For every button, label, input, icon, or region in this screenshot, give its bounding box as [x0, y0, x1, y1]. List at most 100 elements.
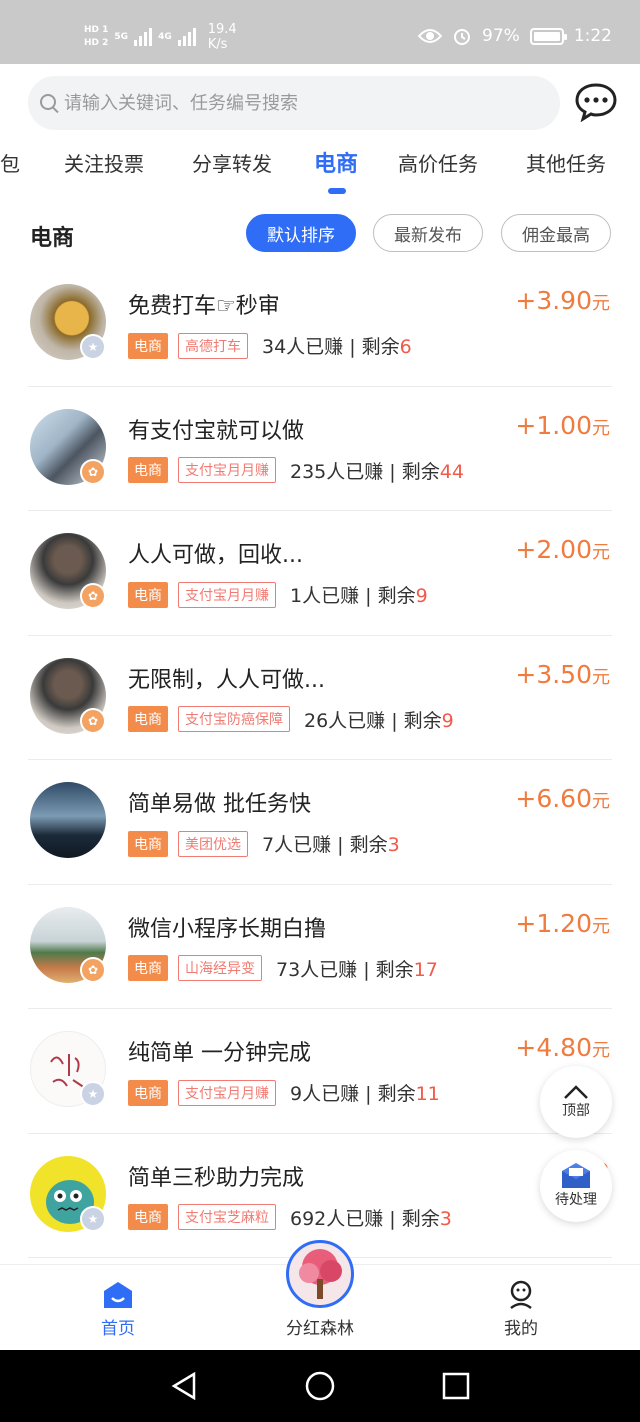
remain-count: 3 — [387, 834, 400, 856]
reward-unit: 元 — [592, 791, 610, 812]
sort-default-button[interactable]: 默认排序 — [246, 214, 356, 252]
remain-count: 3 — [439, 1207, 452, 1230]
remain-count: 17 — [413, 958, 438, 981]
category-tag: 电商 — [128, 1079, 168, 1106]
task-meta: 电商 支付宝月月赚 9人已赚 | 剩余11 — [128, 1079, 440, 1106]
category-tabs: 包 关注投票 分享转发 电商 高价任务 其他任务 — [0, 144, 640, 198]
task-title: 有支付宝就可以做 — [128, 418, 305, 444]
orange-badge-icon: ✿ — [80, 583, 106, 609]
task-reward: +1.00元 — [515, 411, 610, 440]
reward-unit: 元 — [592, 417, 610, 439]
signal-icon-2 — [177, 28, 196, 46]
back-to-top-label: 顶部 — [562, 1103, 590, 1119]
task-item[interactable]: ✿ 微信小程序长期白撸 +1.20元 电商 山海经异变 73人已赚 | 剩余17 — [0, 885, 640, 1009]
task-stats: 1人已赚 | 剩余9 — [290, 581, 428, 608]
message-icon[interactable] — [574, 82, 618, 122]
reward-unit: 元 — [592, 915, 610, 937]
back-to-top-button[interactable]: 顶部 — [540, 1066, 612, 1138]
home-circle-icon[interactable] — [304, 1370, 336, 1402]
reward-value: +3.90 — [515, 286, 592, 315]
forest-tree-icon[interactable] — [286, 1240, 354, 1308]
reward-value: +1.20 — [515, 908, 592, 938]
sort-commission-button[interactable]: 佣金最高 — [501, 214, 611, 252]
task-reward: +6.60元 — [515, 784, 610, 813]
tab-high-price[interactable]: 高价任务 — [398, 148, 478, 177]
net1-label: 5G — [114, 32, 129, 42]
task-reward: +1.20元 — [515, 909, 610, 938]
earned-count: 34人已赚 | 剩余 — [262, 336, 400, 358]
section-title: 电商 — [30, 226, 75, 251]
nav-mine[interactable]: 我的 — [461, 1265, 581, 1351]
app-tag: 支付宝月月赚 — [178, 457, 276, 483]
recent-apps-icon[interactable] — [442, 1372, 470, 1400]
task-item[interactable]: ✿ 有支付宝就可以做 +1.00元 电商 支付宝月月赚 235人已赚 | 剩余4… — [0, 387, 640, 511]
task-stats: 7人已赚 | 剩余3 — [262, 830, 400, 857]
search-box[interactable] — [28, 76, 560, 130]
task-title: 免费打车☞秒审 — [128, 294, 280, 319]
tab-red-packet[interactable]: 包 — [0, 148, 20, 177]
tab-other[interactable]: 其他任务 — [526, 148, 606, 177]
sort-newest-button[interactable]: 最新发布 — [373, 214, 483, 252]
tab-ecommerce[interactable]: 电商 — [314, 146, 358, 178]
verified-badge-icon: ★ — [80, 1205, 106, 1232]
active-tab-indicator — [328, 188, 346, 194]
earned-count: 235人已赚 | 剩余 — [290, 460, 440, 483]
task-item[interactable]: ✿ 人人可做，回收... +2.00元 电商 支付宝月月赚 1人已赚 | 剩余9 — [0, 511, 640, 636]
task-stats: 73人已赚 | 剩余17 — [276, 955, 438, 982]
task-meta: 电商 支付宝芝麻粒 692人已赚 | 剩余3 — [128, 1204, 452, 1231]
network-speed: 19.4 K/s — [208, 22, 237, 52]
nav-home[interactable]: 首页 — [58, 1265, 178, 1351]
task-reward: +3.50元 — [515, 660, 610, 689]
earned-count: 9人已赚 | 剩余 — [290, 1083, 416, 1105]
hd2-label: HD 2 — [84, 38, 109, 48]
task-title: 简单易做 批任务快 — [128, 792, 311, 817]
task-meta: 电商 支付宝月月赚 1人已赚 | 剩余9 — [128, 581, 428, 608]
reward-value: +2.00 — [515, 535, 592, 564]
search-row — [0, 64, 640, 144]
task-item[interactable]: ✿ 无限制，人人可做... +3.50元 电商 支付宝防癌保障 26人已赚 | … — [0, 636, 640, 760]
category-tag: 电商 — [128, 1204, 168, 1230]
task-title: 微信小程序长期白撸 — [128, 916, 327, 942]
remain-count: 9 — [415, 585, 428, 607]
task-meta: 电商 山海经异变 73人已赚 | 剩余17 — [128, 955, 438, 982]
task-reward: +4.80元 — [515, 1033, 610, 1062]
task-title: 纯简单 一分钟完成 — [128, 1041, 311, 1066]
tab-follow-vote[interactable]: 关注投票 — [64, 148, 144, 177]
reward-unit: 元 — [592, 1040, 610, 1061]
tab-share[interactable]: 分享转发 — [192, 148, 272, 177]
verified-badge-icon: ★ — [80, 1081, 106, 1107]
system-navigation-bar — [0, 1350, 640, 1422]
task-item[interactable]: 简单易做 批任务快 +6.60元 电商 美团优选 7人已赚 | 剩余3 — [0, 760, 640, 885]
category-tag: 电商 — [128, 955, 168, 981]
avatar — [30, 782, 106, 858]
alarm-icon — [454, 29, 471, 45]
battery-percent: 97% — [482, 26, 520, 46]
task-meta: 电商 支付宝防癌保障 26人已赚 | 剩余9 — [128, 706, 454, 733]
task-reward: +2.00元 — [515, 535, 610, 564]
earned-count: 1人已赚 | 剩余 — [290, 585, 416, 607]
task-item[interactable]: ★ 免费打车☞秒审 +3.90元 电商 高德打车 34人已赚 | 剩余6 — [0, 262, 640, 387]
nav-forest-label: 分红森林 — [286, 1319, 354, 1339]
nav-mine-label: 我的 — [504, 1319, 538, 1339]
task-stats: 26人已赚 | 剩余9 — [304, 706, 454, 733]
app-tag: 支付宝芝麻粒 — [178, 1204, 276, 1230]
verified-badge-icon: ★ — [80, 334, 106, 360]
back-icon[interactable] — [170, 1372, 198, 1400]
category-tag: 电商 — [128, 332, 168, 359]
remain-count: 6 — [399, 336, 412, 358]
task-stats: 34人已赚 | 剩余6 — [262, 332, 412, 359]
hd1-label: HD 1 — [84, 25, 109, 35]
status-bar: HD 1 HD 2 5G 4G 19.4 K/s 97% 1:22 — [0, 0, 640, 64]
signal-icon — [134, 28, 153, 46]
task-reward: +3.90元 — [515, 286, 610, 315]
pending-button[interactable]: 待处理 — [540, 1150, 612, 1222]
sim-indicator: HD 1 HD 2 — [84, 25, 108, 49]
task-stats: 692人已赚 | 剩余3 — [290, 1204, 452, 1231]
orange-badge-icon: ✿ — [80, 458, 106, 485]
remain-count: 44 — [439, 460, 464, 483]
remain-count: 9 — [441, 709, 454, 732]
orange-badge-icon: ✿ — [80, 707, 106, 734]
search-icon — [40, 94, 56, 110]
earned-count: 7人已赚 | 剩余 — [262, 834, 388, 856]
search-input[interactable] — [64, 76, 544, 130]
